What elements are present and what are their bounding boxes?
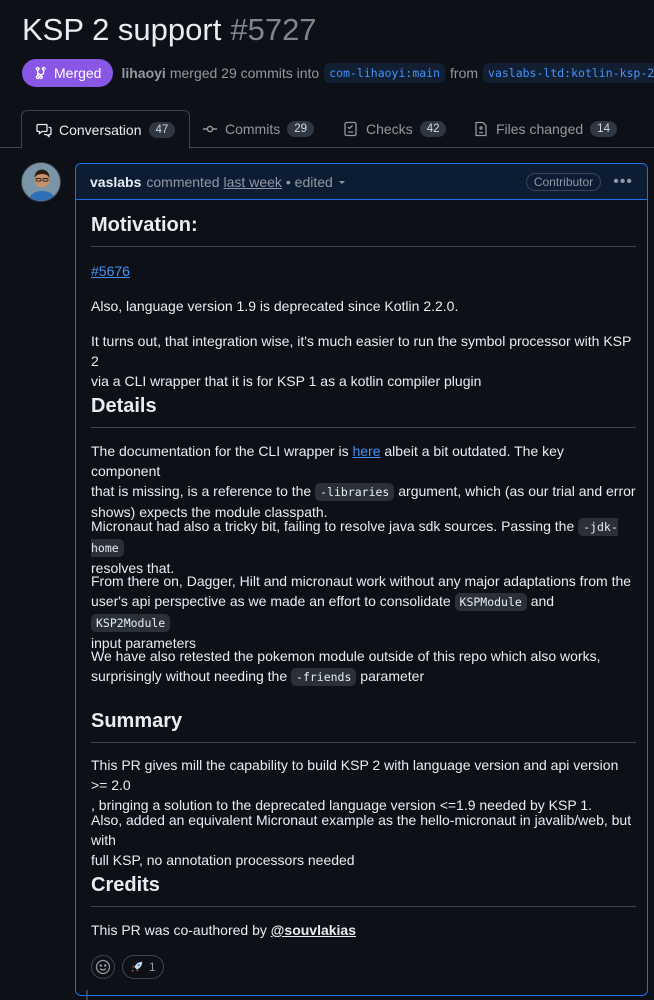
line: via a CLI wrapper that it is for KSP 1 a… [91,373,482,389]
text: and [526,593,555,609]
kebab-menu-icon[interactable]: ••• [613,173,633,191]
paragraph-credits: This PR was co-authored by @souvlakias [91,920,636,940]
tab-label: Files changed [496,121,584,137]
paragraph-turns-out: It turns out, that integration wise, it'… [91,331,636,391]
merge-author-link[interactable]: lihaoyi [121,65,165,81]
text: This PR was co-authored by [91,922,271,938]
paragraph-documentation: The documentation for the CLI wrapper is… [91,441,636,522]
merged-label: Merged [54,65,102,81]
comment-discussion-icon [36,123,52,138]
text: Micronaut had also a tricky bit, failing… [91,518,579,534]
heading-summary: Summary [91,708,636,743]
issue-link[interactable]: #5676 [91,263,130,279]
text: The documentation for the CLI wrapper is [91,443,353,459]
tab-commits[interactable]: Commits 29 [188,110,328,148]
comment-header: vaslabs commented last week • edited Con… [76,164,647,200]
line: Also, added an equivalent Micronaut exam… [91,812,632,848]
tab-checks[interactable]: Checks 42 [329,110,460,148]
comment-author[interactable]: vaslabs [90,174,141,190]
pr-description-comment: vaslabs commented last week • edited Con… [75,163,648,996]
docs-link[interactable]: here [352,443,380,459]
paragraph-summary: This PR gives mill the capability to bui… [91,755,636,815]
heading-motivation: Motivation: [91,212,636,247]
line: We have also retested the pokemon module… [91,648,601,664]
text: user's api perspective as we made an eff… [91,593,455,609]
inline-code: -libraries [315,483,395,501]
tab-label: Commits [225,121,281,137]
rocket-reaction-count: 1 [149,960,156,974]
caret-down-icon[interactable] [337,177,347,187]
heading-details: Details [91,393,636,428]
line: This PR gives mill the capability to bui… [91,757,619,793]
reactions-bar: 1 [91,955,164,979]
pr-tabs: Conversation 47 Commits 29 Checks 42 Fil… [0,110,654,149]
comment-body: Motivation: #5676 Also, language version… [76,200,647,938]
tab-count: 29 [287,121,315,137]
base-branch[interactable]: com-lihaoyi:main [324,63,446,83]
line: full KSP, no annotation processors neede… [91,852,355,868]
heading-credits: Credits [91,872,636,907]
merge-text: merged 29 commits into [169,65,320,81]
edited-label[interactable]: • edited [286,174,333,190]
git-commit-icon [203,125,217,133]
checklist-icon [344,121,357,137]
tab-label: Conversation [59,121,142,138]
head-branch[interactable]: vaslabs-ltd:kotlin-ksp-2 [483,63,654,83]
paragraph-deprecated: Also, language version 1.9 is deprecated… [91,298,459,314]
line: It turns out, that integration wise, it'… [91,333,632,369]
text: argument, which (as our trial and error [394,483,636,499]
paragraph-micronaut-example: Also, added an equivalent Micronaut exam… [91,810,636,870]
paragraph-micronaut: Micronaut had also a tricky bit, failing… [91,516,636,578]
tab-conversation[interactable]: Conversation 47 [21,110,191,149]
line: From there on, Dagger, Hilt and micronau… [91,573,632,589]
tab-count: 47 [148,121,176,138]
rocket-reaction-button[interactable]: 1 [122,955,164,979]
pr-number: #5727 [230,12,317,47]
add-reaction-button[interactable] [91,955,115,979]
git-merge-icon [35,66,46,80]
pr-title: KSP 2 support [22,12,222,47]
text: that is missing, is a reference to the [91,483,316,499]
issue-link-paragraph: #5676 [91,261,636,281]
pr-meta: Merged lihaoyi merged 29 commits into co… [22,59,654,87]
user-mention[interactable]: @souvlakias [271,922,356,938]
contributor-badge: Contributor [525,172,602,191]
from-text: from [450,65,479,81]
comment-time[interactable]: last week [224,174,282,190]
tab-count: 42 [419,121,447,137]
text: surprisingly without needing the [91,668,292,684]
paragraph-pokemon: We have also retested the pokemon module… [91,646,636,687]
file-diff-icon [475,121,487,137]
inline-code: KSPModule [454,593,527,611]
tab-label: Checks [366,121,413,137]
tab-files-changed[interactable]: Files changed 14 [459,110,631,148]
pr-title-row: KSP 2 support #5727 [22,12,317,48]
inline-code: -friends [291,668,357,686]
inline-code: KSP2Module [91,614,171,632]
merged-badge: Merged [22,59,114,87]
paragraph-dagger: From there on, Dagger, Hilt and micronau… [91,571,636,653]
comment-action: commented [146,173,220,190]
tab-count: 14 [590,121,617,137]
rocket-icon [131,961,143,973]
text: parameter [356,668,425,684]
avatar[interactable] [21,162,61,202]
smiley-icon [95,959,111,975]
